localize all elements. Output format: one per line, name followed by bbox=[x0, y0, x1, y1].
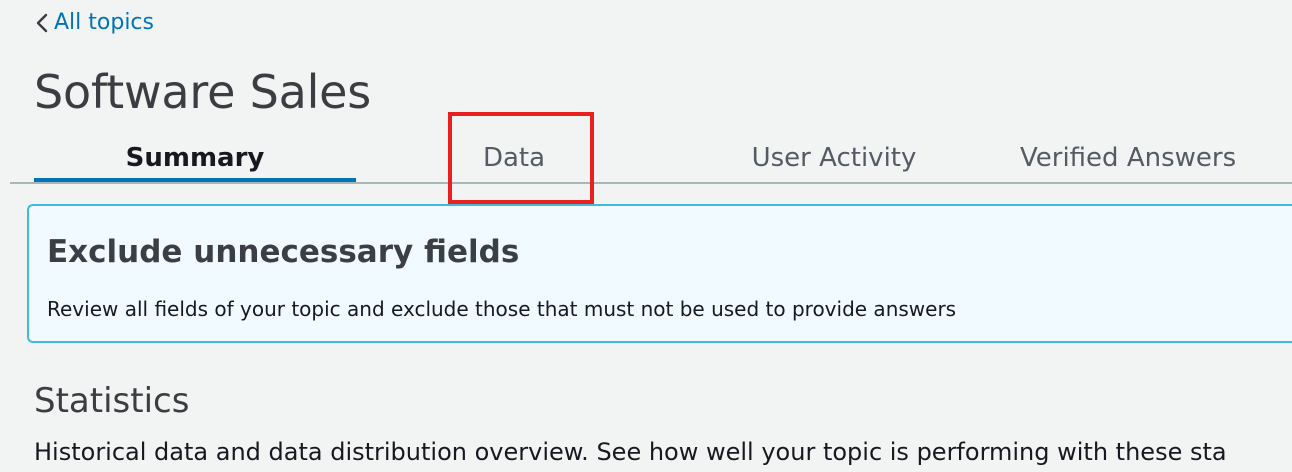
banner-description: Review all fields of your topic and excl… bbox=[47, 297, 957, 321]
statistics-heading: Statistics bbox=[34, 381, 190, 421]
info-banner: Exclude unnecessary fields Review all fi… bbox=[27, 204, 1292, 343]
tab-verified-answers[interactable]: Verified Answers bbox=[1020, 134, 1292, 182]
back-to-all-topics-link[interactable]: All topics bbox=[34, 8, 154, 38]
page-title: Software Sales bbox=[34, 65, 372, 119]
tab-summary[interactable]: Summary bbox=[34, 134, 356, 182]
tab-user-activity[interactable]: User Activity bbox=[718, 134, 950, 182]
banner-title: Exclude unnecessary fields bbox=[47, 234, 520, 270]
statistics-description: Historical data and data distribution ov… bbox=[34, 438, 1227, 466]
tab-data[interactable]: Data bbox=[452, 134, 576, 182]
topic-tabs: Summary Data User Activity Verified Answ… bbox=[0, 134, 1292, 184]
chevron-left-icon bbox=[34, 11, 50, 35]
back-link-label[interactable]: All topics bbox=[54, 8, 154, 38]
tabs-divider bbox=[10, 182, 1292, 184]
